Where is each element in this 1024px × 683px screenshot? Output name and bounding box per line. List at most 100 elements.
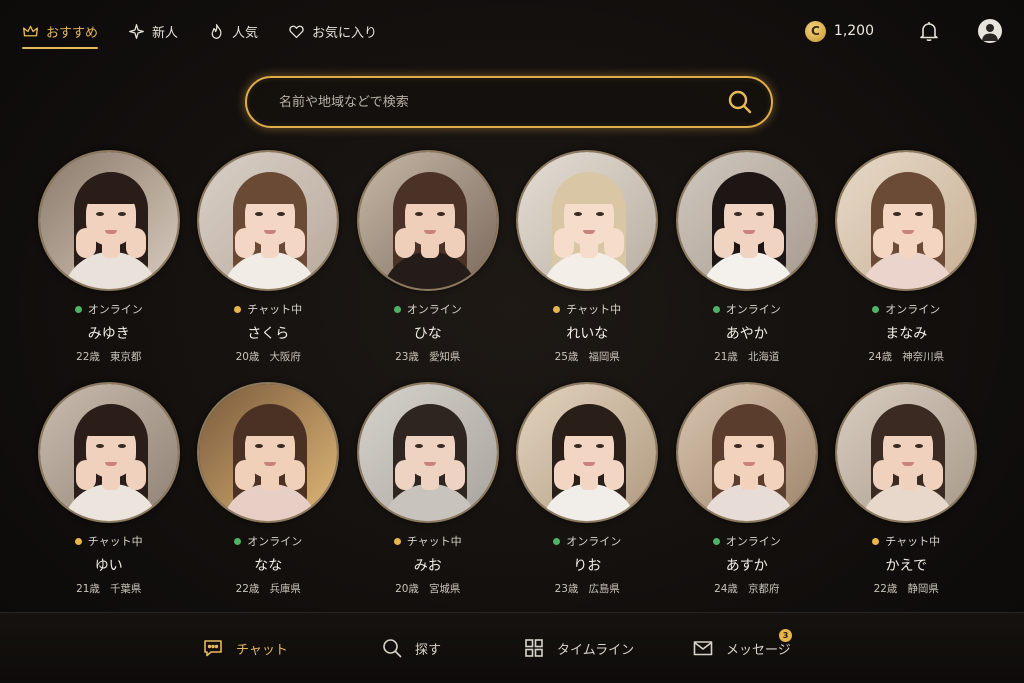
bottom-nav-label: タイムライン [557,642,635,658]
profile-meta: 22歳 兵庫県 [236,581,301,596]
search-input[interactable] [279,94,725,110]
profile-photo[interactable] [37,382,180,523]
user-icon [982,24,998,41]
profile-photo[interactable] [516,150,659,291]
status-dot-icon [553,305,561,313]
profile-meta: 25歳 福岡県 [555,349,620,364]
profile-name: あすか [725,558,768,574]
profile-meta: 23歳 広島県 [555,581,620,596]
profile-card[interactable]: オンライン まなみ 24歳 神奈川県 [827,150,987,364]
profile-photo[interactable] [197,150,340,291]
photo-eye [414,212,423,216]
photo-hand [873,228,894,258]
photo-hand [923,228,944,258]
photo-bangs [721,182,776,204]
bottom-nav-chat[interactable]: チャット [202,637,288,659]
profile-age: 25歳 [554,351,579,363]
status-text: オンライン [566,535,622,548]
tab-favorites[interactable]: お気に入り [288,16,377,47]
profile-age: 20歳 [235,351,260,363]
status-text: オンライン [406,303,462,316]
photo-bangs [562,182,617,204]
status-badge: チャット中 [553,301,621,317]
photo-hand [285,460,306,490]
photo-hand [554,460,575,490]
profile-card[interactable]: チャット中 みお 20歳 宮城県 [348,382,508,596]
notifications-button[interactable] [918,20,940,42]
profile-location: 福岡県 [588,351,620,363]
photo-eye [95,212,104,216]
photo-hand [923,460,944,490]
profile-card[interactable]: オンライン あやか 21歳 北海道 [667,150,827,364]
bottom-nav-messages[interactable]: メッセージ 3 [692,629,792,659]
photo-hand [394,460,415,490]
photo-hand [285,228,306,258]
status-text: チャット中 [247,303,303,316]
photo-hand [763,460,784,490]
profile-meta: 21歳 千葉県 [76,581,141,596]
photo-mouth [423,462,436,466]
profile-card[interactable]: チャット中 れいな 25歳 福岡県 [508,150,668,364]
status-dot-icon [74,305,82,313]
photo-hand [873,460,894,490]
profile-name: みゆき [87,326,130,342]
profile-photo[interactable] [516,382,659,523]
profile-name: みお [413,558,442,574]
tab-new[interactable]: 新人 [128,16,178,47]
profile-card[interactable]: チャット中 ゆい 21歳 千葉県 [29,382,189,596]
coin-icon: C [804,20,826,42]
crown-icon [23,25,38,36]
bottom-nav-label: 探す [415,642,442,658]
photo-hand [125,228,146,258]
photo-hand [713,460,734,490]
coin-balance[interactable]: C 1,200 [804,20,874,42]
profile-photo[interactable] [356,382,499,523]
profile-photo[interactable] [675,382,818,523]
profile-location: 愛知県 [428,351,461,363]
photo-bangs [881,182,936,204]
status-dot-icon [712,305,720,313]
tab-popular[interactable]: 人気 [208,16,258,47]
profile-photo[interactable] [37,150,180,291]
profile-card[interactable]: オンライン ひな 23歳 愛知県 [348,150,508,364]
profile-name: まなみ [885,326,928,342]
bottom-nav-search[interactable]: 探す [381,637,441,659]
profile-age: 23歳 [554,583,579,595]
profile-card[interactable]: チャット中 かえで 22歳 静岡県 [827,382,987,596]
photo-hand [235,228,256,258]
photo-bangs [243,182,298,204]
profile-age: 22歳 [235,583,260,595]
profile-card[interactable]: オンライン みゆき 22歳 東京都 [29,150,189,364]
profile-meta: 20歳 宮城県 [395,581,460,596]
profile-location: 京都府 [747,583,780,595]
profile-card[interactable]: オンライン なな 22歳 兵庫県 [189,382,349,596]
status-badge: チャット中 [74,533,143,549]
profile-photo[interactable] [675,150,818,291]
profile-name: かえで [885,558,928,574]
status-text: オンライン [87,303,143,316]
profile-location: 千葉県 [109,583,142,595]
tab-label: おすすめ [46,25,99,41]
photo-mouth [423,230,436,234]
status-dot-icon [234,537,242,545]
profile-name: ゆい [94,558,123,574]
status-text: チャット中 [566,303,622,316]
profile-photo[interactable] [835,382,978,523]
photo-hand [125,460,146,490]
unread-badge: 3 [779,629,792,642]
heart-icon [289,25,304,38]
search-submit-button[interactable] [725,87,755,117]
search-icon [383,639,402,658]
profile-avatar-button[interactable] [978,19,1002,43]
profile-photo[interactable] [197,382,340,523]
profile-card[interactable]: オンライン あすか 24歳 京都府 [667,382,827,596]
app-root: おすすめ 新人 人気 お気に入り C 1,200 名前や地域などで検索 オンライ… [0,0,1024,683]
tab-recommended[interactable]: おすすめ [22,16,99,49]
bottom-nav-timeline[interactable]: タイムライン [523,637,634,659]
profile-photo[interactable] [356,150,499,291]
profile-card[interactable]: チャット中 さくら 20歳 大阪府 [189,150,349,364]
profile-photo[interactable] [835,150,978,291]
envelope-icon [693,641,713,656]
profile-card[interactable]: オンライン りお 23歳 広島県 [508,382,668,596]
photo-bangs [881,414,936,436]
